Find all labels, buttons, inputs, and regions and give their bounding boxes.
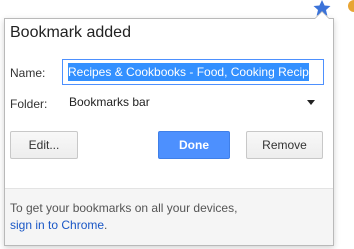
sync-promo-period: .: [104, 218, 108, 232]
folder-label: Folder:: [10, 97, 48, 111]
name-label: Name:: [10, 66, 46, 80]
name-input[interactable]: Recipes & Cookbooks - Food, Cooking Reci…: [62, 59, 324, 85]
folder-select-value: Bookmarks bar: [69, 95, 150, 109]
sync-promo-message: To get your bookmarks on all your device…: [10, 201, 238, 215]
sync-promo-text: To get your bookmarks on all your device…: [10, 200, 237, 234]
browser-toolbar-strip: [0, 0, 354, 20]
edit-button[interactable]: Edit...: [10, 131, 78, 159]
bubble-arrow-inner: [315, 12, 329, 19]
name-input-value: Recipes & Cookbooks - Food, Cooking Reci…: [68, 63, 309, 81]
remove-button[interactable]: Remove: [246, 131, 323, 159]
bubble-title: Bookmark added: [10, 24, 131, 41]
sign-in-link[interactable]: sign in to Chrome: [10, 218, 104, 232]
done-button[interactable]: Done: [158, 131, 230, 159]
chevron-down-icon: [307, 100, 315, 105]
folder-select[interactable]: Bookmarks bar: [62, 89, 324, 115]
extension-icon[interactable]: [346, 0, 354, 16]
sync-promo-footer: To get your bookmarks on all your device…: [5, 188, 333, 245]
bookmark-bubble-screen: Bookmark added Name: Recipes & Cookbooks…: [0, 0, 354, 249]
